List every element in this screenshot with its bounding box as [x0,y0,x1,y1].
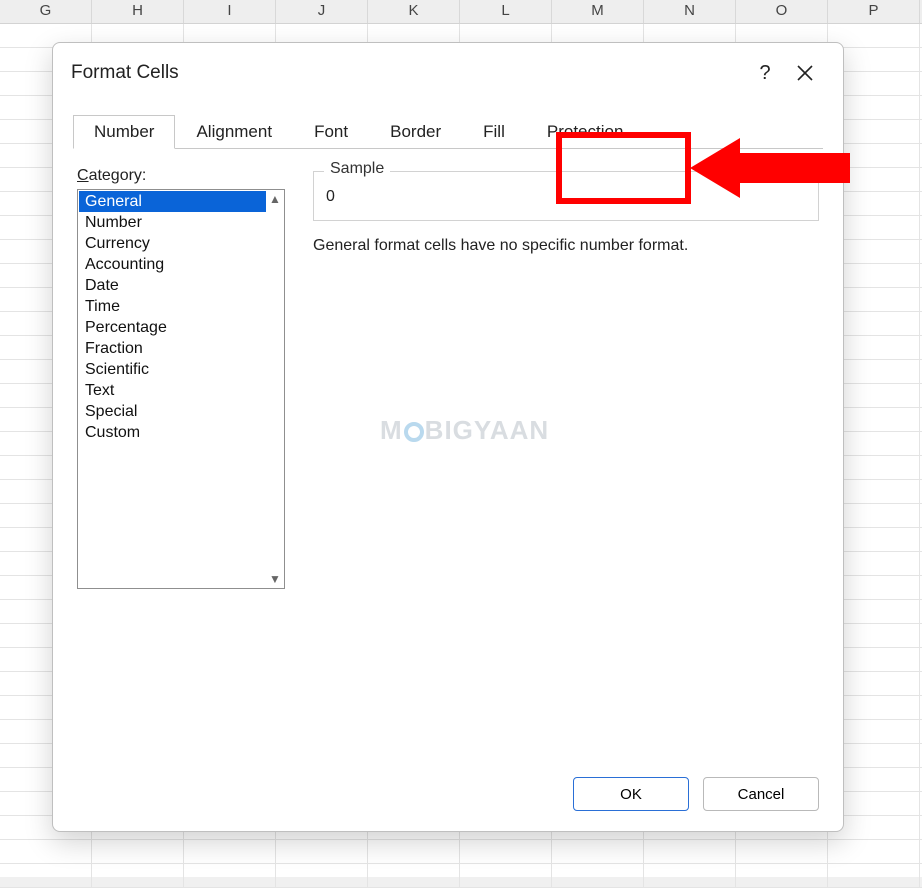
category-item[interactable]: Time [79,296,266,317]
close-button[interactable] [785,57,825,89]
column-header[interactable]: O [736,0,828,23]
tab-alignment[interactable]: Alignment [175,115,293,149]
column-header[interactable]: P [828,0,920,23]
sample-value: 0 [326,178,806,206]
category-item[interactable]: Percentage [79,317,266,338]
tab-fill[interactable]: Fill [462,115,526,149]
category-item[interactable]: Custom [79,422,266,443]
category-item[interactable]: Accounting [79,254,266,275]
category-item[interactable]: Date [79,275,266,296]
format-description: General format cells have no specific nu… [313,237,819,255]
category-item[interactable]: Text [79,380,266,401]
category-item[interactable]: Fraction [79,338,266,359]
tab-protection[interactable]: Protection [526,115,645,149]
column-header[interactable]: I [184,0,276,23]
format-cells-dialog: Format Cells ? NumberAlignmentFontBorder… [52,42,844,832]
tab-number[interactable]: Number [73,115,175,149]
scroll-down-icon[interactable]: ▼ [267,571,283,587]
scroll-up-icon[interactable]: ▲ [267,191,283,207]
column-header[interactable]: N [644,0,736,23]
column-header[interactable]: J [276,0,368,23]
sample-label: Sample [324,160,390,178]
column-header[interactable]: L [460,0,552,23]
column-headers: GHIJKLMNOP [0,0,922,24]
dialog-footer: OK Cancel [53,761,843,831]
column-header[interactable]: G [0,0,92,23]
dialog-title: Format Cells [71,62,745,84]
column-header[interactable]: K [368,0,460,23]
help-button[interactable]: ? [745,57,785,89]
ok-button[interactable]: OK [573,777,689,811]
category-item[interactable]: Scientific [79,359,266,380]
category-listbox[interactable]: GeneralNumberCurrencyAccountingDateTimeP… [77,189,285,589]
category-label: Category: [77,167,287,185]
dialog-body: Category: GeneralNumberCurrencyAccountin… [53,149,843,761]
category-item[interactable]: General [79,191,266,212]
column-header[interactable]: M [552,0,644,23]
close-icon [797,65,813,81]
category-item[interactable]: Number [79,212,266,233]
category-item[interactable]: Currency [79,233,266,254]
column-header[interactable]: H [92,0,184,23]
tab-font[interactable]: Font [293,115,369,149]
cancel-button[interactable]: Cancel [703,777,819,811]
category-item[interactable]: Special [79,401,266,422]
dialog-tabs: NumberAlignmentFontBorderFillProtection [73,115,823,149]
sample-group: Sample 0 [313,171,819,221]
tab-border[interactable]: Border [369,115,462,149]
dialog-titlebar: Format Cells ? [53,43,843,97]
